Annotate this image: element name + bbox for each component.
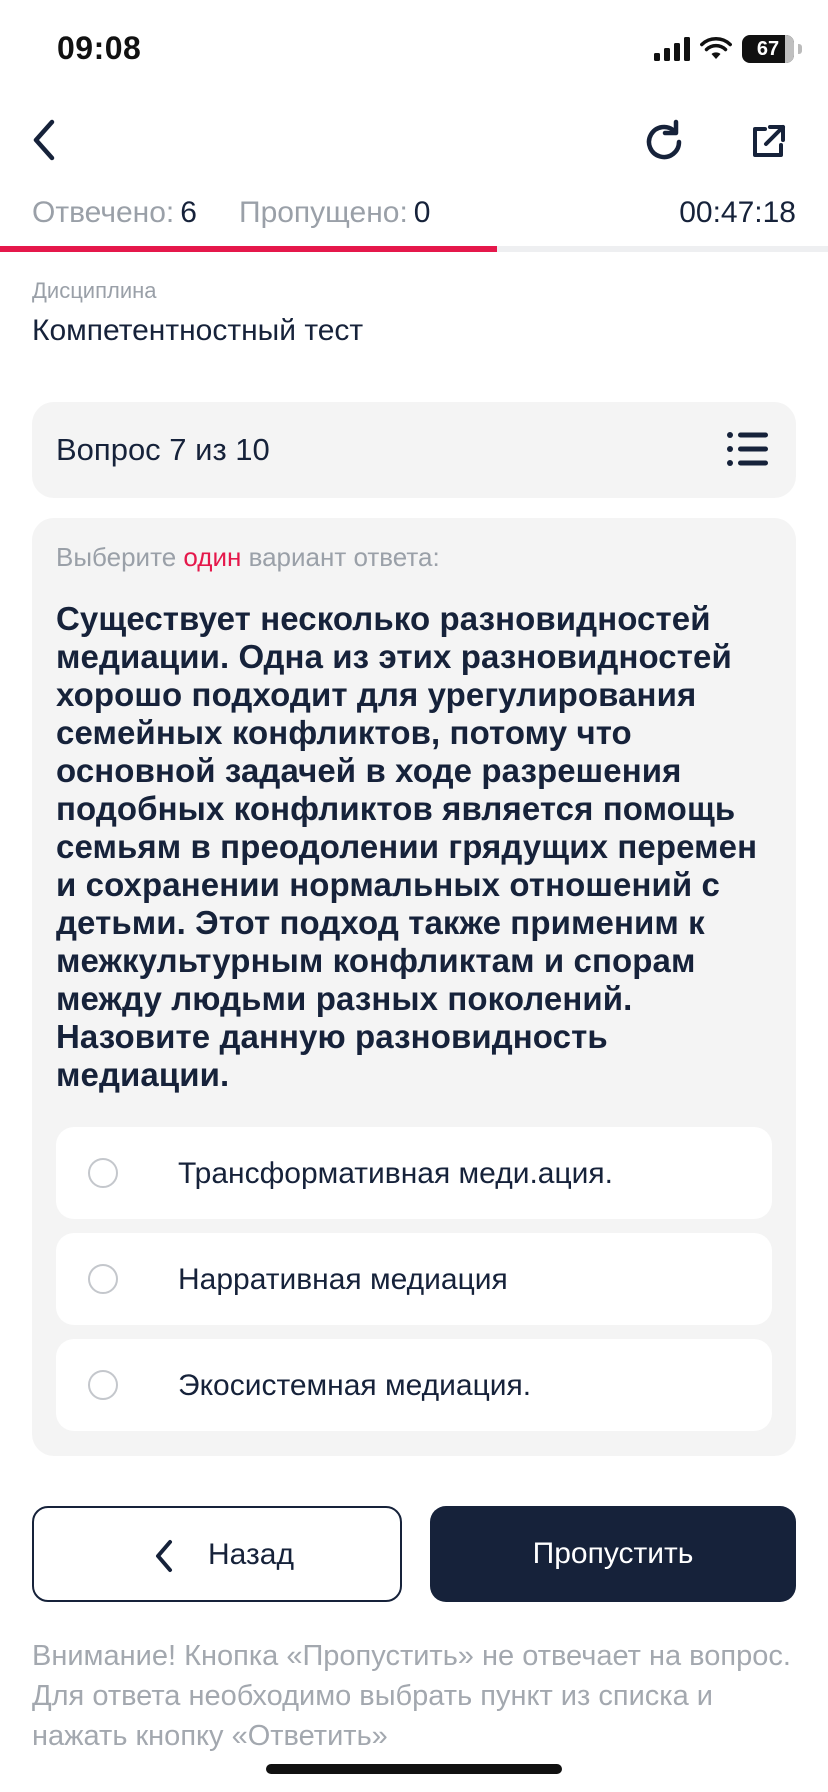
status-time: 09:08 [57,30,142,66]
back-button[interactable] [20,116,68,164]
discipline-label: Дисциплина [32,278,157,303]
skip-notice: Внимание! Кнопка «Пропустить» не отвечае… [32,1640,791,1752]
option-label: Трансформативная меди.ация. [178,1157,613,1190]
answer-option-1[interactable]: Трансформативная меди.ация. [56,1127,772,1219]
status-icons: 67 [654,34,802,64]
progress-bar [0,246,828,252]
chevron-left-icon [156,1540,172,1572]
signal-icon [654,37,690,61]
refresh-button[interactable] [638,116,690,168]
instruction-after: вариант ответа: [248,542,440,572]
skipped-value: 0 [413,196,431,229]
battery-level: 67 [756,37,780,60]
home-indicator[interactable] [266,1764,562,1774]
external-link-icon [753,125,785,157]
timer: 00:47:18 [679,196,796,229]
top-nav [0,108,828,172]
progress-fill [0,246,497,252]
question-counter: Вопрос 7 из 10 [56,432,270,467]
question-header: Вопрос 7 из 10 [32,402,796,498]
radio-icon [88,1158,118,1188]
answer-option-2[interactable]: Нарративная медиация [56,1233,772,1325]
answered-label: Отвечено: [32,196,175,229]
answered-stat: Отвечено: 6 [32,196,197,230]
skipped-label: Пропущено: [239,196,408,229]
option-label: Экосистемная медиация. [178,1369,532,1402]
chevron-left-icon [33,119,55,161]
list-icon [727,432,768,466]
share-button[interactable] [742,116,794,168]
instruction-before: Выберите [56,542,177,572]
status-bar: 09:08 67 [0,0,828,100]
skipped-stat: Пропущено: 0 [239,196,430,230]
answered-value: 6 [180,196,197,229]
radio-icon [88,1370,118,1400]
question-text: Существует несколько разновидностей меди… [56,600,758,1093]
instruction-accent: один [183,542,242,572]
back-nav-button[interactable]: Назад [32,1506,402,1602]
radio-icon [88,1264,118,1294]
option-label: Нарративная медиация [178,1263,508,1296]
back-button-label: Назад [208,1538,294,1571]
battery-icon: 67 [742,35,802,63]
refresh-icon [646,119,682,160]
stats-row: Отвечено: 6 Пропущено: 0 00:47:18 [32,196,796,236]
question-card: Выберите один вариант ответа: Существует… [32,518,796,1456]
answer-option-3[interactable]: Экосистемная медиация. [56,1339,772,1431]
wifi-icon [700,37,732,59]
question-list-button[interactable] [726,429,770,469]
answer-instruction: Выберите один вариант ответа: [56,542,440,573]
skip-button[interactable]: Пропустить [430,1506,796,1602]
discipline-value: Компетентностный тест [32,314,364,347]
